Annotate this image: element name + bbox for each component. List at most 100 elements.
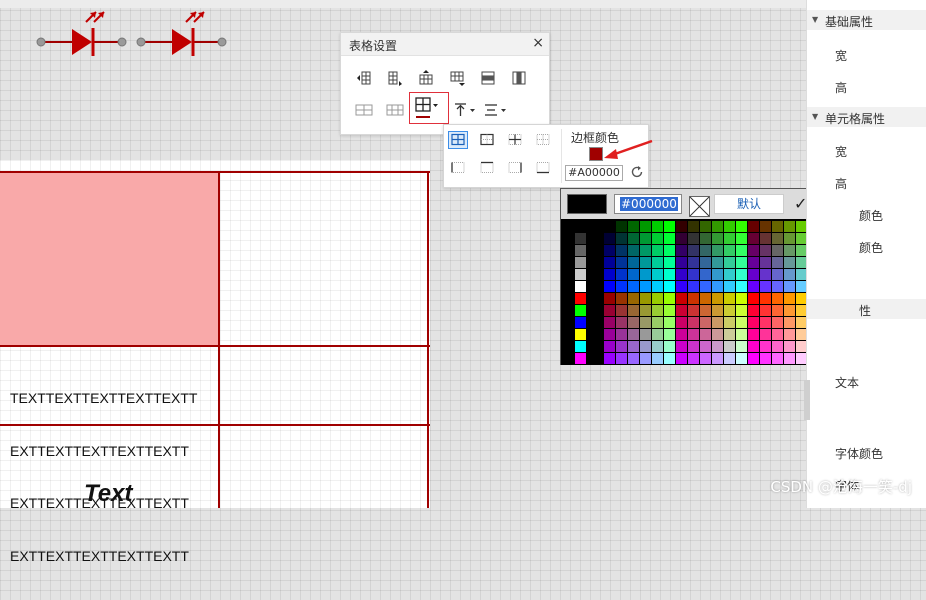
color-swatch[interactable] xyxy=(772,269,783,280)
split-cells-icon[interactable] xyxy=(384,101,406,119)
color-swatch[interactable] xyxy=(712,245,723,256)
border-left-icon[interactable] xyxy=(448,159,468,177)
color-swatch[interactable] xyxy=(604,353,615,364)
color-swatch[interactable] xyxy=(652,269,663,280)
color-swatch[interactable] xyxy=(736,233,747,244)
color-swatch[interactable] xyxy=(760,341,771,352)
color-swatch[interactable] xyxy=(664,257,675,268)
color-swatch[interactable] xyxy=(604,233,615,244)
color-swatch[interactable] xyxy=(640,341,651,352)
color-swatch[interactable] xyxy=(640,305,651,316)
color-swatch[interactable] xyxy=(784,245,795,256)
color-swatch[interactable] xyxy=(700,233,711,244)
color-swatch[interactable] xyxy=(628,293,639,304)
color-swatch[interactable] xyxy=(700,221,711,232)
color-swatch[interactable] xyxy=(616,221,627,232)
color-hex-input[interactable]: #000000 xyxy=(614,194,682,214)
color-swatch[interactable] xyxy=(604,329,615,340)
color-swatch[interactable] xyxy=(736,281,747,292)
color-swatch[interactable] xyxy=(700,269,711,280)
color-swatch[interactable] xyxy=(748,329,759,340)
color-swatch[interactable] xyxy=(700,317,711,328)
color-swatch[interactable] xyxy=(604,257,615,268)
color-swatch[interactable] xyxy=(640,221,651,232)
color-swatch[interactable] xyxy=(616,341,627,352)
color-swatch[interactable] xyxy=(640,281,651,292)
color-swatch[interactable] xyxy=(784,257,795,268)
horizontal-align-icon[interactable] xyxy=(483,101,509,119)
color-swatch[interactable] xyxy=(724,329,735,340)
color-swatch[interactable] xyxy=(640,245,651,256)
color-swatch[interactable] xyxy=(772,293,783,304)
color-swatch[interactable] xyxy=(616,245,627,256)
color-swatch[interactable] xyxy=(640,353,651,364)
color-swatch[interactable] xyxy=(748,317,759,328)
border-color-value[interactable]: #A00000 xyxy=(565,165,623,181)
insert-column-left-icon[interactable] xyxy=(353,69,375,87)
color-swatch[interactable] xyxy=(712,293,723,304)
color-swatch[interactable] xyxy=(575,329,586,340)
color-swatch[interactable] xyxy=(688,317,699,328)
color-swatch[interactable] xyxy=(628,329,639,340)
color-swatch[interactable] xyxy=(676,221,687,232)
border-button[interactable] xyxy=(409,92,449,124)
color-swatch[interactable] xyxy=(640,269,651,280)
color-swatch[interactable] xyxy=(616,233,627,244)
color-swatch[interactable] xyxy=(772,317,783,328)
color-swatch[interactable] xyxy=(688,329,699,340)
color-swatch[interactable] xyxy=(772,281,783,292)
color-swatch[interactable] xyxy=(736,245,747,256)
color-swatch[interactable] xyxy=(736,341,747,352)
color-swatch[interactable] xyxy=(760,281,771,292)
color-swatch[interactable] xyxy=(575,317,586,328)
color-swatch[interactable] xyxy=(688,281,699,292)
color-swatch[interactable] xyxy=(736,305,747,316)
color-swatch[interactable] xyxy=(652,281,663,292)
color-swatch[interactable] xyxy=(724,269,735,280)
insert-row-above-icon[interactable] xyxy=(415,69,437,87)
color-swatch[interactable] xyxy=(628,353,639,364)
section-basic-properties[interactable]: ▼ 基础属性 xyxy=(807,10,926,30)
color-swatch[interactable] xyxy=(640,329,651,340)
color-swatch[interactable] xyxy=(772,233,783,244)
color-swatch[interactable] xyxy=(628,221,639,232)
color-swatch[interactable] xyxy=(712,269,723,280)
default-color-button[interactable]: 默认 xyxy=(714,194,784,214)
color-swatch[interactable] xyxy=(736,293,747,304)
color-swatch[interactable] xyxy=(604,317,615,328)
table-cell[interactable] xyxy=(220,172,428,346)
color-swatch[interactable] xyxy=(748,221,759,232)
color-swatch[interactable] xyxy=(748,233,759,244)
color-swatch[interactable] xyxy=(712,257,723,268)
color-swatch[interactable] xyxy=(700,245,711,256)
color-swatch[interactable] xyxy=(676,245,687,256)
refresh-icon[interactable] xyxy=(630,165,644,179)
color-swatch[interactable] xyxy=(664,269,675,280)
color-swatch[interactable] xyxy=(628,317,639,328)
color-swatch[interactable] xyxy=(628,305,639,316)
color-swatch[interactable] xyxy=(700,341,711,352)
color-swatch[interactable] xyxy=(748,305,759,316)
color-swatch[interactable] xyxy=(724,233,735,244)
color-swatch[interactable] xyxy=(712,305,723,316)
color-swatch[interactable] xyxy=(616,317,627,328)
color-swatch[interactable] xyxy=(575,353,586,364)
color-swatch[interactable] xyxy=(616,269,627,280)
color-swatch[interactable] xyxy=(700,305,711,316)
color-swatch[interactable] xyxy=(676,305,687,316)
color-swatch[interactable] xyxy=(784,281,795,292)
color-swatch[interactable] xyxy=(724,245,735,256)
color-swatch[interactable] xyxy=(688,221,699,232)
section-cell-properties[interactable]: ▼ 单元格属性 xyxy=(807,107,926,127)
color-swatch[interactable] xyxy=(604,341,615,352)
color-swatch[interactable] xyxy=(772,305,783,316)
border-top-icon[interactable] xyxy=(477,159,497,177)
color-swatch[interactable] xyxy=(616,257,627,268)
color-swatch[interactable] xyxy=(724,317,735,328)
color-swatch[interactable] xyxy=(688,245,699,256)
color-swatch[interactable] xyxy=(748,281,759,292)
color-swatch[interactable] xyxy=(652,245,663,256)
close-icon[interactable]: × xyxy=(532,35,544,51)
led-component-1[interactable] xyxy=(34,4,130,60)
color-swatch[interactable] xyxy=(700,281,711,292)
